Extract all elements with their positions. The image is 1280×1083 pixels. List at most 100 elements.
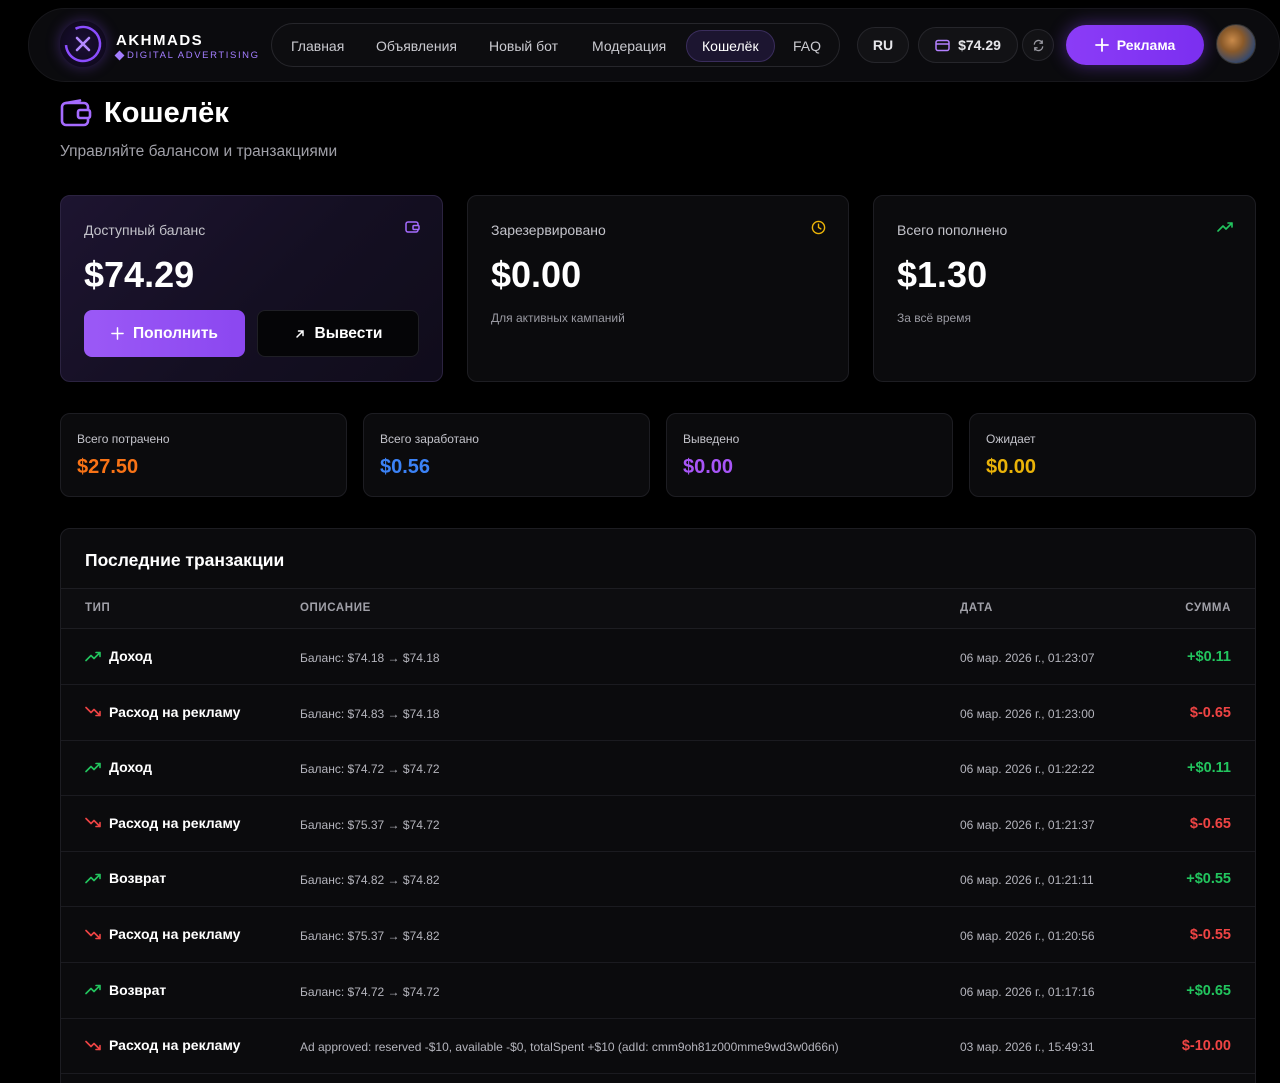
trending-up-icon bbox=[85, 762, 101, 773]
total-topped-value: $1.30 bbox=[897, 254, 988, 295]
brand-tagline-text: DIGITAL ADVERTISING bbox=[127, 50, 260, 61]
create-ad-label: Реклама bbox=[1116, 37, 1176, 53]
table-row[interactable]: Расход на рекламу Баланс: $75.37 → $74.72… bbox=[61, 796, 1255, 852]
stat-total-spent: Всего потрачено $27.50 bbox=[60, 413, 347, 497]
available-balance-card: Доступный баланс $74.29 Пополнить Вывест… bbox=[60, 195, 443, 382]
page-title: Кошелёк bbox=[104, 97, 229, 129]
stat-withdrawn: Выведено $0.00 bbox=[666, 413, 953, 497]
transaction-description: Баланс: $74.83 → $74.18 bbox=[300, 706, 440, 721]
balance-pill[interactable]: $74.29 bbox=[918, 27, 1018, 63]
withdraw-label: Вывести bbox=[314, 324, 383, 342]
nav-item-ads[interactable]: Объявления bbox=[361, 30, 472, 62]
trending-up-icon bbox=[1217, 220, 1233, 238]
refresh-button[interactable] bbox=[1022, 29, 1054, 61]
transaction-amount: +$0.11 bbox=[1187, 760, 1231, 777]
stat-value: $27.50 bbox=[77, 456, 139, 478]
diamond-icon bbox=[114, 50, 125, 61]
brand-logo[interactable] bbox=[60, 21, 106, 67]
trending-up-icon bbox=[85, 651, 101, 662]
transaction-description: Баланс: $74.18 → $74.18 bbox=[300, 651, 440, 665]
column-type: ТИП bbox=[85, 602, 111, 614]
transaction-type: Расход на рекламу bbox=[85, 1037, 240, 1053]
transaction-type: Доход bbox=[85, 759, 152, 775]
transaction-type-label: Возврат bbox=[109, 870, 167, 887]
available-balance-value: $74.29 bbox=[84, 254, 195, 295]
wallet-icon bbox=[60, 99, 92, 134]
transaction-type-label: Возврат bbox=[109, 981, 167, 998]
plus-icon bbox=[111, 327, 124, 340]
page-subtitle: Управляйте балансом и транзакциями bbox=[60, 143, 338, 160]
transaction-amount: $-0.65 bbox=[1189, 815, 1231, 832]
column-date: ДАТА bbox=[960, 602, 993, 614]
stat-label: Ожидает bbox=[986, 432, 1036, 446]
transaction-description: Баланс: $74.82 → $74.82 bbox=[300, 873, 440, 888]
nav-item-wallet[interactable]: Кошелёк bbox=[686, 30, 775, 62]
topup-button[interactable]: Пополнить bbox=[84, 310, 245, 357]
stat-label: Всего потрачено bbox=[77, 432, 170, 446]
stat-pending: Ожидает $0.00 bbox=[969, 413, 1256, 497]
language-switcher[interactable]: RU bbox=[857, 27, 909, 63]
transaction-type-label: Расход на рекламу bbox=[109, 703, 241, 720]
stat-value: $0.00 bbox=[986, 456, 1037, 478]
trending-up-icon bbox=[85, 873, 101, 884]
wallet-small-icon bbox=[405, 220, 420, 239]
table-row[interactable]: Доход Баланс: $74.72 → $74.72 06 мар. 2026… bbox=[61, 740, 1255, 797]
reserved-label: Зарезервировано bbox=[491, 222, 606, 238]
language-label: RU bbox=[872, 37, 894, 53]
transaction-type: Расход на рекламу bbox=[85, 815, 240, 831]
transaction-type-label: Доход bbox=[109, 759, 153, 776]
stat-value: $0.00 bbox=[683, 456, 734, 478]
nav-item-faq[interactable]: FAQ bbox=[778, 30, 836, 62]
transaction-date: 06 мар. 2026 г., 01:20:56 bbox=[960, 929, 1095, 943]
arrow-up-right-icon bbox=[295, 329, 304, 338]
reserved-note: Для активных кампаний bbox=[491, 311, 625, 325]
stat-value: $0.56 bbox=[380, 456, 431, 478]
transaction-description: Ad approved: reserved -$10, available -$… bbox=[300, 1040, 839, 1055]
x-logo-icon bbox=[64, 25, 102, 63]
transaction-description: Баланс: $75.37 → $74.72 bbox=[300, 817, 440, 832]
nav-item-moderation[interactable]: Модерация bbox=[577, 30, 681, 62]
transactions-panel: Последние транзакции ТИП ОПИСАНИЕ ДАТА С… bbox=[60, 528, 1256, 1083]
table-row[interactable]: Расход на рекламу Баланс: $75.37 → $74.82… bbox=[61, 907, 1255, 963]
transaction-date: 06 мар. 2026 г., 01:21:37 bbox=[960, 817, 1095, 832]
table-row[interactable]: Расход на рекламу Ad approved: reserved -… bbox=[61, 1018, 1255, 1075]
transaction-amount: +$0.65 bbox=[1186, 982, 1231, 999]
transaction-description: Баланс: $75.37 → $74.82 bbox=[300, 929, 440, 943]
transaction-date: 06 мар. 2026 г., 01:21:11 bbox=[960, 873, 1094, 888]
transaction-type: Возврат bbox=[85, 870, 166, 886]
total-topped-label: Всего пополнено bbox=[897, 222, 1008, 238]
transaction-amount: $-0.55 bbox=[1189, 927, 1231, 943]
transaction-description: Баланс: $74.72 → $74.72 bbox=[300, 984, 440, 999]
transaction-date: 06 мар. 2026 г., 01:23:00 bbox=[960, 706, 1095, 721]
create-ad-button[interactable]: Реклама bbox=[1066, 25, 1204, 65]
nav-item-new-bot[interactable]: Новый бот bbox=[474, 30, 573, 62]
nav-item-home[interactable]: Главная bbox=[276, 30, 359, 62]
table-row[interactable]: Расход на рекламу Баланс: $74.83 → $74.18… bbox=[61, 685, 1255, 741]
trending-down-icon bbox=[85, 929, 101, 940]
total-topped-note: За всё время bbox=[897, 311, 971, 325]
table-row[interactable]: Доход Баланс: $74.18 → $74.18 06 мар. 2026… bbox=[61, 629, 1255, 685]
column-description: ОПИСАНИЕ bbox=[300, 602, 371, 614]
transactions-table-header: ТИП ОПИСАНИЕ ДАТА СУММА bbox=[61, 588, 1255, 629]
user-avatar[interactable] bbox=[1216, 24, 1256, 64]
transaction-amount: $-0.65 bbox=[1189, 704, 1231, 721]
plus-icon bbox=[1094, 38, 1109, 52]
clock-icon bbox=[811, 220, 826, 240]
stat-total-earned: Всего заработано $0.56 bbox=[363, 413, 650, 497]
main-nav: Главная Объявления Новый бот Модерация К… bbox=[271, 23, 840, 67]
trending-down-icon bbox=[85, 817, 101, 828]
table-row[interactable]: Возврат Баланс: $74.72 → $74.72 06 мар. 20… bbox=[61, 963, 1255, 1019]
transaction-type: Расход на рекламу bbox=[85, 926, 240, 942]
card-icon bbox=[935, 39, 950, 51]
available-balance-label: Доступный баланс bbox=[84, 222, 206, 238]
transaction-type-label: Расход на рекламу bbox=[109, 1037, 241, 1054]
stat-label: Выведено bbox=[683, 432, 740, 446]
stat-label: Всего заработано bbox=[380, 432, 479, 446]
table-row[interactable]: Возврат Баланс: $74.82 → $74.82 06 мар. 20… bbox=[61, 851, 1255, 908]
brand-tagline: DIGITAL ADVERTISING bbox=[114, 50, 260, 61]
transaction-description: Баланс: $74.72 → $74.72 bbox=[300, 762, 440, 777]
transaction-type: Доход bbox=[85, 648, 152, 664]
transaction-type-label: Расход на рекламу bbox=[109, 814, 241, 831]
withdraw-button[interactable]: Вывести bbox=[257, 310, 419, 357]
total-topped-card: Всего пополнено $1.30 За всё время bbox=[873, 195, 1256, 382]
